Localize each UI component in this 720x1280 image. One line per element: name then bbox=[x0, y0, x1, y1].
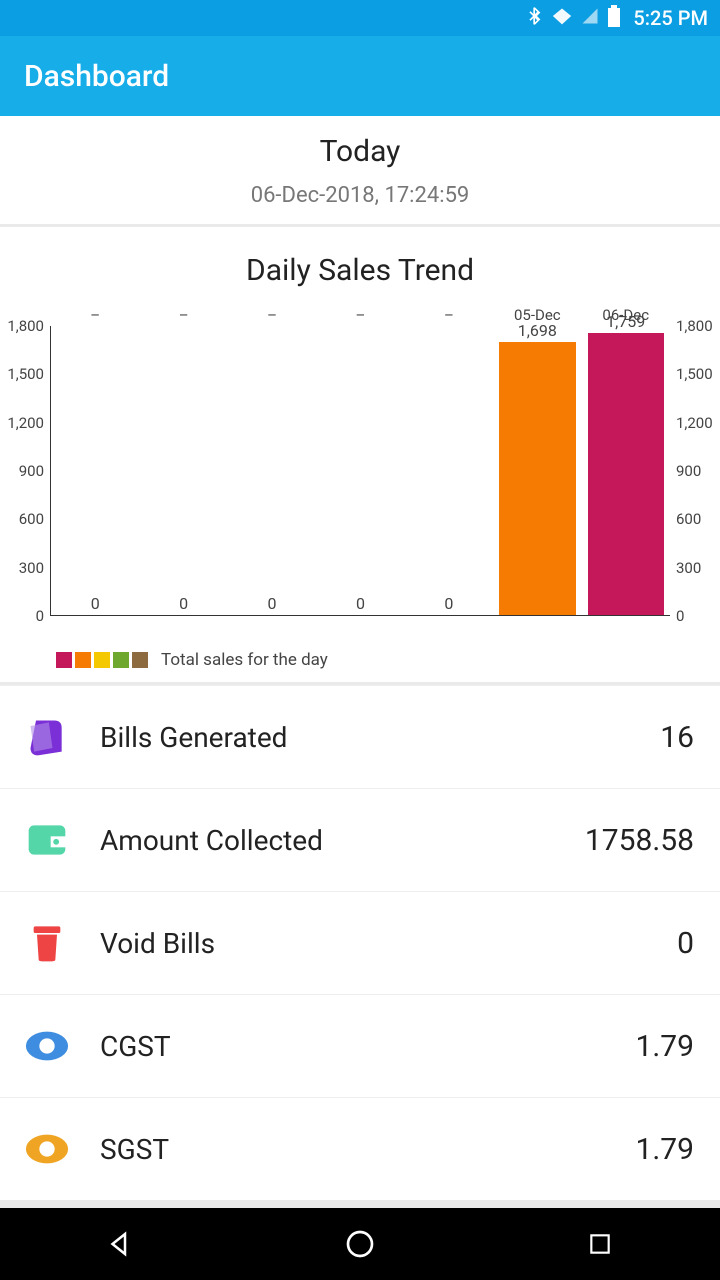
metric-row-cgst[interactable]: CGST1.79 bbox=[0, 994, 720, 1097]
wifi-icon bbox=[551, 6, 573, 31]
bar-category-label: – bbox=[405, 306, 493, 324]
bar-slot: 05-Dec1,698 bbox=[493, 326, 581, 615]
bar-category-label: – bbox=[51, 306, 139, 324]
y-tick: 900 bbox=[676, 462, 701, 480]
android-nav-bar bbox=[0, 1208, 720, 1280]
bar bbox=[588, 333, 664, 615]
chart-title: Daily Sales Trend bbox=[0, 253, 720, 288]
today-timestamp: 06-Dec-2018, 17:24:59 bbox=[0, 183, 720, 208]
y-tick: 300 bbox=[676, 559, 701, 577]
metric-value: 16 bbox=[660, 720, 694, 755]
bar-value-label: 0 bbox=[51, 594, 139, 613]
bar-slot: –0 bbox=[51, 326, 139, 615]
y-tick: 1,800 bbox=[7, 317, 44, 335]
metric-value: 1758.58 bbox=[585, 823, 694, 858]
trash-icon bbox=[20, 916, 74, 970]
y-tick: 1,500 bbox=[676, 365, 713, 383]
bar-slot: –0 bbox=[405, 326, 493, 615]
bar-category-label: – bbox=[316, 306, 404, 324]
bar-chart: 0 300 600 900 1,200 1,500 1,800 0 300 600 900 1,20… bbox=[0, 306, 720, 646]
bar-value-label: 0 bbox=[139, 594, 227, 613]
metric-label: CGST bbox=[100, 1030, 636, 1063]
status-time: 5:25 PM bbox=[633, 6, 708, 30]
eye-icon bbox=[20, 1122, 74, 1176]
metric-row-amount[interactable]: Amount Collected1758.58 bbox=[0, 788, 720, 891]
y-tick: 0 bbox=[676, 607, 684, 625]
bar-value-label: 0 bbox=[405, 594, 493, 613]
bar-slot: 06-Dec1,759 bbox=[582, 326, 670, 615]
y-tick: 900 bbox=[19, 462, 44, 480]
metrics-list: Bills Generated16Amount Collected1758.58… bbox=[0, 685, 720, 1200]
metric-label: Amount Collected bbox=[100, 824, 585, 857]
today-card: Today 06-Dec-2018, 17:24:59 bbox=[0, 116, 720, 224]
metric-value: 0 bbox=[677, 926, 694, 961]
legend-label: Total sales for the day bbox=[161, 650, 328, 670]
eye-icon bbox=[20, 1019, 74, 1073]
app-bar: Dashboard bbox=[0, 36, 720, 116]
bills-icon bbox=[20, 710, 74, 764]
metric-row-bills[interactable]: Bills Generated16 bbox=[0, 685, 720, 788]
metric-row-sgst[interactable]: SGST1.79 bbox=[0, 1097, 720, 1200]
nav-back-button[interactable] bbox=[100, 1224, 140, 1264]
legend-swatch bbox=[132, 652, 148, 668]
legend-swatch bbox=[94, 652, 110, 668]
metric-value: 1.79 bbox=[636, 1132, 695, 1167]
bar-slot: –0 bbox=[228, 326, 316, 615]
chart-legend: Total sales for the day bbox=[0, 646, 720, 682]
nav-home-button[interactable] bbox=[340, 1224, 380, 1264]
legend-swatch bbox=[56, 652, 72, 668]
bar-value-label: 1,759 bbox=[582, 312, 670, 331]
y-tick: 1,200 bbox=[7, 414, 44, 432]
wallet-icon bbox=[20, 813, 74, 867]
bar-value-label: 1,698 bbox=[493, 321, 581, 340]
legend-swatch bbox=[75, 652, 91, 668]
metric-row-void[interactable]: Void Bills0 bbox=[0, 891, 720, 994]
nav-recent-button[interactable] bbox=[580, 1224, 620, 1264]
bar-category-label: – bbox=[139, 306, 227, 324]
status-bar: 5:25 PM bbox=[0, 0, 720, 36]
page-title: Dashboard bbox=[24, 59, 169, 94]
y-tick: 600 bbox=[676, 510, 701, 528]
signal-icon bbox=[581, 6, 599, 30]
bar-slot: –0 bbox=[139, 326, 227, 615]
y-tick: 300 bbox=[19, 559, 44, 577]
bar-slot: –0 bbox=[316, 326, 404, 615]
legend-swatch bbox=[113, 652, 129, 668]
metric-label: SGST bbox=[100, 1133, 636, 1166]
y-tick: 1,500 bbox=[7, 365, 44, 383]
y-tick: 1,200 bbox=[676, 414, 713, 432]
metric-label: Bills Generated bbox=[100, 721, 660, 754]
bar-category-label: – bbox=[228, 306, 316, 324]
y-tick: 1,800 bbox=[676, 317, 713, 335]
bar bbox=[499, 342, 575, 615]
bluetooth-icon bbox=[527, 6, 543, 31]
metric-value: 1.79 bbox=[636, 1029, 695, 1064]
y-tick: 0 bbox=[36, 607, 44, 625]
battery-icon bbox=[607, 5, 621, 32]
bar-value-label: 0 bbox=[228, 594, 316, 613]
metric-label: Void Bills bbox=[100, 927, 677, 960]
bar-value-label: 0 bbox=[316, 594, 404, 613]
chart-card: Daily Sales Trend 0 300 600 900 1,200 1,500 1,… bbox=[0, 227, 720, 682]
y-tick: 600 bbox=[19, 510, 44, 528]
today-title: Today bbox=[0, 134, 720, 169]
